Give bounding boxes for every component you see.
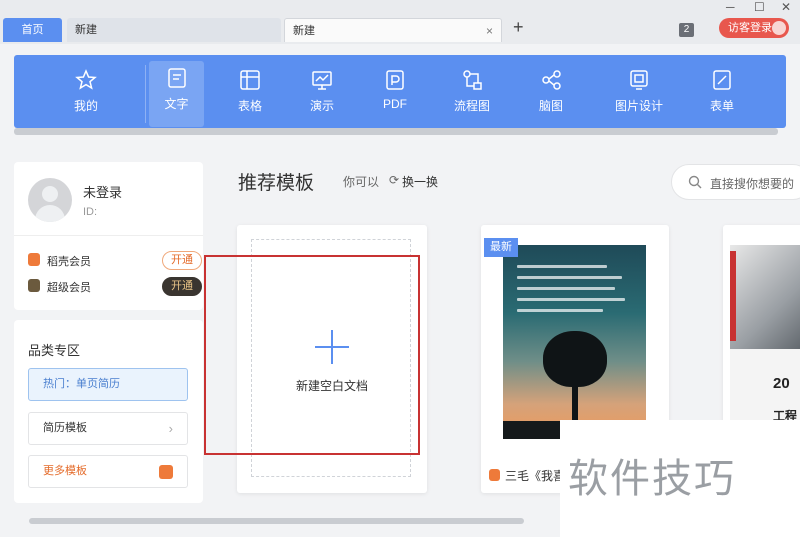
tree-trunk xyxy=(572,383,578,423)
thumbnail-text-line xyxy=(517,309,603,312)
presentation-icon xyxy=(312,71,332,90)
tool-label: 表单 xyxy=(709,99,734,113)
user-card: 未登录 ID: 稻壳会员 开通 超级会员 开通 xyxy=(14,162,203,310)
category-hot-resume[interactable]: 热门：单页简历 xyxy=(28,368,188,401)
image-design-icon xyxy=(630,70,648,90)
highlight-box xyxy=(204,255,420,455)
daoke-vip-icon xyxy=(28,253,40,266)
category-label: 更多模板 xyxy=(43,465,87,477)
tab-label: 新建 xyxy=(75,24,97,36)
tab-home[interactable]: 首页 xyxy=(3,18,62,42)
template-thumbnail xyxy=(503,245,646,439)
vip-row-super: 超级会员 开通 xyxy=(28,277,202,296)
add-tab-button[interactable]: + xyxy=(513,17,524,38)
chevron-right-icon: › xyxy=(168,421,173,436)
section-hint: 你可以 xyxy=(343,175,380,189)
vip-label: 稻壳会员 xyxy=(47,256,91,268)
user-avatar-icon xyxy=(772,21,786,35)
mindmap-icon xyxy=(542,70,561,90)
tool-label: 脑图 xyxy=(538,99,563,113)
open-daoke-vip-button[interactable]: 开通 xyxy=(162,251,202,270)
user-name[interactable]: 未登录 xyxy=(83,182,122,201)
watermark: 软件技巧 xyxy=(560,420,800,537)
thumbnail-photo xyxy=(730,245,800,349)
window-count-badge[interactable]: 2 xyxy=(679,23,694,37)
tool-spreadsheet[interactable]: 表格 xyxy=(220,63,280,125)
thumbnail-text-line xyxy=(517,265,607,268)
daoke-icon xyxy=(159,465,173,479)
search-icon xyxy=(688,175,702,189)
tab-new-1[interactable]: 新建 xyxy=(67,18,281,42)
template-thumbnail: 20 工程 xyxy=(730,245,800,435)
app-toolbar: 我的 文字 表格 演示 PDF 流程图 脑图 图片设计 表单 xyxy=(14,55,786,128)
open-super-vip-button[interactable]: 开通 xyxy=(162,277,202,296)
tool-pdf[interactable]: PDF xyxy=(365,63,425,125)
tool-label: 演示 xyxy=(309,99,334,113)
category-title: 品类专区 xyxy=(28,343,81,358)
watermark-text: 软件技巧 xyxy=(568,456,736,502)
guest-login-button[interactable]: 访客登录 xyxy=(719,18,789,38)
tool-writer[interactable]: 文字 xyxy=(149,61,204,127)
tool-flowchart[interactable]: 流程图 xyxy=(442,63,502,125)
search-input[interactable]: 直接搜你想要的 xyxy=(671,164,800,200)
section-title: 推荐模板 xyxy=(238,173,315,194)
tool-form[interactable]: 表单 xyxy=(692,63,752,125)
category-more-templates[interactable]: 更多模板 xyxy=(28,455,188,488)
thumbnail-accent xyxy=(730,251,736,341)
tree-silhouette xyxy=(543,331,607,387)
refresh-button[interactable]: 换一换 xyxy=(402,173,438,190)
tab-label: 新建 xyxy=(293,25,315,37)
avatar[interactable] xyxy=(28,178,72,222)
title-bar: 首页 新建 新建 × + 2 访客登录 ─ ☐ ✕ xyxy=(0,0,800,44)
tool-mindmap[interactable]: 脑图 xyxy=(521,63,581,125)
thumbnail-text-line xyxy=(517,298,625,301)
horizontal-scrollbar[interactable] xyxy=(29,518,524,524)
tool-label: 我的 xyxy=(73,99,98,113)
tool-label: 流程图 xyxy=(453,99,490,113)
minimize-icon[interactable]: ─ xyxy=(726,0,735,14)
divider xyxy=(14,235,203,236)
user-id: ID: xyxy=(83,206,98,218)
new-badge: 最新 xyxy=(484,238,518,257)
pdf-icon xyxy=(386,70,404,90)
daoke-icon xyxy=(489,469,500,481)
tab-new-2[interactable]: 新建 × xyxy=(284,18,502,42)
tool-label: 文字 xyxy=(164,97,189,111)
table-icon xyxy=(240,70,260,90)
close-tab-icon[interactable]: × xyxy=(486,19,493,43)
tool-presentation[interactable]: 演示 xyxy=(292,63,352,125)
star-icon xyxy=(75,69,97,90)
search-placeholder: 直接搜你想要的 xyxy=(710,177,795,191)
tool-mine[interactable]: 我的 xyxy=(56,63,116,125)
close-window-icon[interactable]: ✕ xyxy=(781,0,791,14)
guest-login-label: 访客登录 xyxy=(728,22,772,34)
document-icon xyxy=(167,68,186,88)
thumbnail-text-line xyxy=(517,276,622,279)
thumbnail-heading: 20 xyxy=(773,375,790,392)
tool-label: PDF xyxy=(383,97,407,111)
super-vip-icon xyxy=(28,279,40,292)
form-icon xyxy=(713,70,731,90)
tool-label: 图片设计 xyxy=(614,99,663,113)
category-resume-templates[interactable]: 简历模板 › xyxy=(28,412,188,445)
vip-label: 超级会员 xyxy=(47,282,91,294)
category-card: 品类专区 热门：单页简历 简历模板 › 更多模板 xyxy=(14,320,203,503)
category-label: 简历模板 xyxy=(43,422,87,434)
flowchart-icon xyxy=(463,70,482,90)
toolbar-scrollbar[interactable] xyxy=(14,128,778,135)
refresh-icon[interactable]: ⟳ xyxy=(389,173,399,187)
toolbar-divider xyxy=(145,65,146,123)
thumbnail-text-line xyxy=(517,287,615,290)
tool-label: 表格 xyxy=(237,99,262,113)
maximize-icon[interactable]: ☐ xyxy=(754,0,765,14)
tool-image-design[interactable]: 图片设计 xyxy=(606,63,672,125)
vip-row-daoke: 稻壳会员 开通 xyxy=(28,251,202,270)
